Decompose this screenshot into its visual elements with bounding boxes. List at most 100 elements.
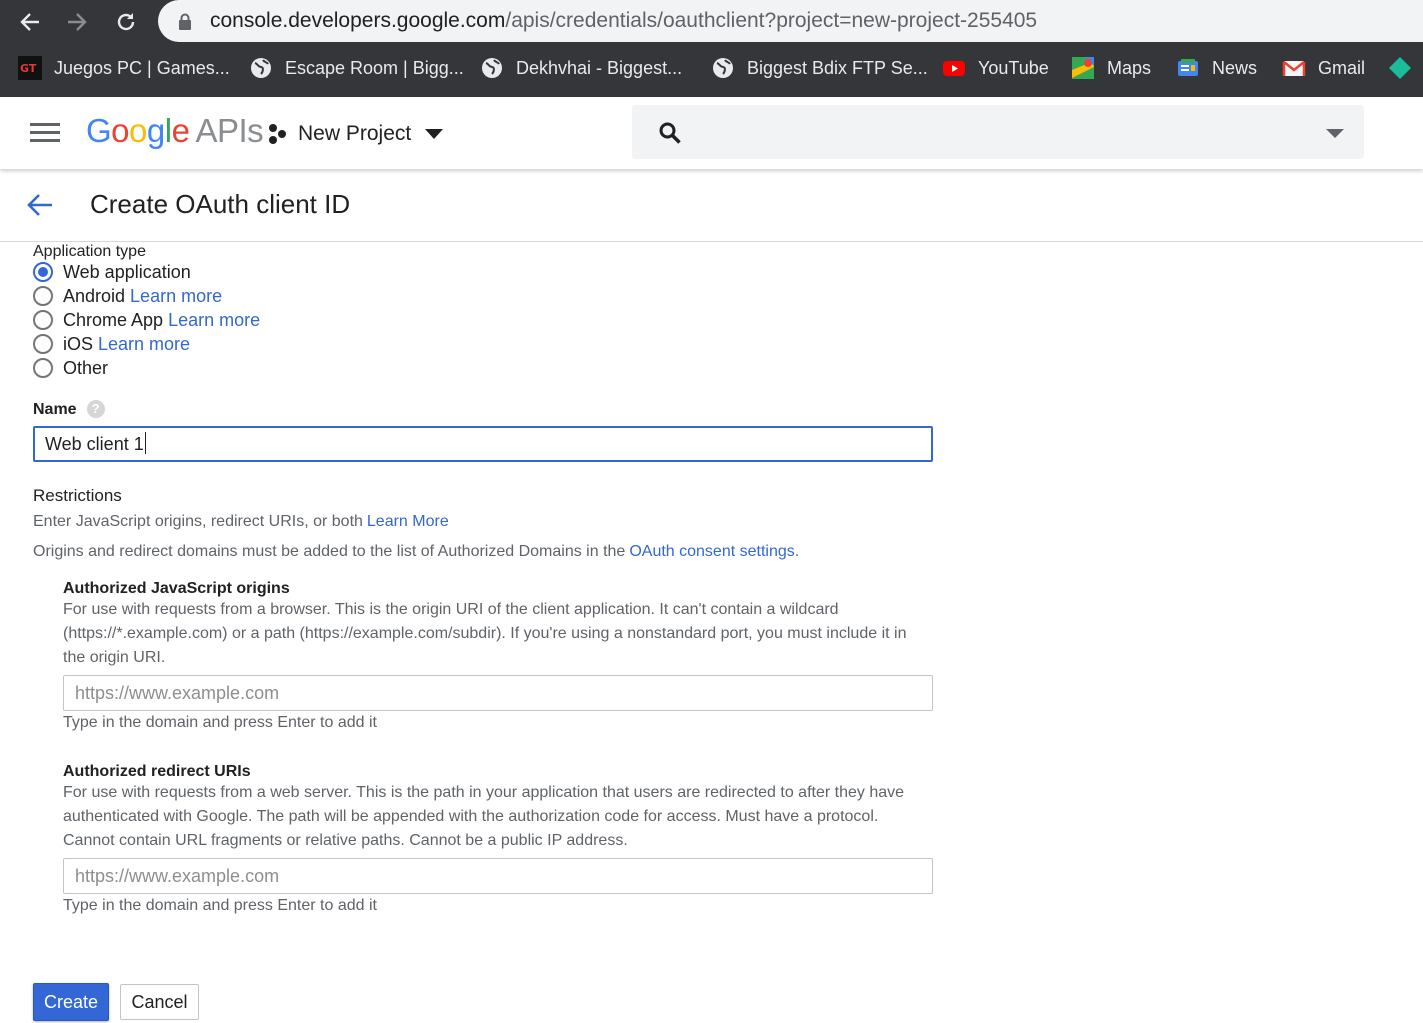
bookmark-juegos[interactable]: GT Juegos PC | Games... bbox=[18, 43, 230, 93]
project-dots-icon bbox=[269, 124, 286, 144]
bookmark-maps[interactable]: Maps bbox=[1071, 43, 1151, 93]
search-icon bbox=[659, 122, 681, 144]
bookmark-news[interactable]: News bbox=[1176, 43, 1257, 93]
option-label: Chrome App bbox=[63, 309, 164, 330]
globe-icon bbox=[249, 56, 273, 80]
restrictions-learn-more-link[interactable]: Learn More bbox=[367, 513, 449, 530]
arrow-left-icon bbox=[20, 13, 39, 31]
url-path: /apis/credentials/oauthclient?project=ne… bbox=[505, 9, 1038, 32]
name-label: Name? bbox=[33, 400, 105, 419]
caret-down-icon bbox=[425, 129, 444, 139]
api-header: Google APIs New Project bbox=[0, 97, 1423, 169]
create-button[interactable]: Create bbox=[33, 983, 109, 1021]
redirect-uris-title: Authorized redirect URIs bbox=[63, 763, 251, 780]
logo-letter: g bbox=[146, 112, 165, 149]
option-other[interactable]: Other bbox=[33, 356, 108, 380]
bookmark-escape-room[interactable]: Escape Room | Bigg... bbox=[249, 43, 464, 93]
option-android[interactable]: Android Learn more bbox=[33, 284, 222, 308]
redirect-uris-input[interactable]: https://www.example.com bbox=[63, 858, 933, 894]
bookmark-label: Biggest Bdix FTP Se... bbox=[747, 57, 928, 78]
restrictions-text: Enter JavaScript origins, redirect URIs,… bbox=[33, 513, 449, 531]
radio-button-selected[interactable] bbox=[33, 262, 53, 282]
maps-icon bbox=[1071, 56, 1095, 80]
name-input[interactable]: Web client 1 bbox=[33, 426, 933, 462]
gmail-icon bbox=[1282, 56, 1306, 80]
lock-icon bbox=[179, 13, 191, 30]
search-dropdown-icon[interactable] bbox=[1326, 129, 1344, 138]
radio-button[interactable] bbox=[33, 310, 53, 330]
bookmark-label: Gmail bbox=[1318, 57, 1366, 78]
redirect-uris-description: For use with requests from a web server.… bbox=[63, 784, 905, 849]
js-origins-placeholder: https://www.example.com bbox=[75, 683, 280, 703]
js-origins-title: Authorized JavaScript origins bbox=[63, 580, 290, 597]
radio-button[interactable] bbox=[33, 334, 53, 354]
url-host: console.developers.google.com bbox=[210, 9, 506, 32]
bookmark-label: YouTube bbox=[978, 57, 1049, 78]
arrow-right-icon bbox=[68, 13, 87, 31]
cancel-button[interactable]: Cancel bbox=[120, 984, 199, 1020]
learn-more-link[interactable]: Learn more bbox=[130, 286, 222, 307]
bookmark-label: Dekhvhai - Biggest... bbox=[516, 57, 683, 78]
bookmark-label: Escape Room | Bigg... bbox=[285, 57, 464, 78]
radio-button[interactable] bbox=[33, 286, 53, 306]
option-label: Other bbox=[63, 357, 109, 378]
google-apis-logo[interactable]: Google APIs bbox=[86, 111, 264, 151]
forward-nav-button[interactable] bbox=[61, 6, 93, 38]
domains-text: Origins and redirect domains must be add… bbox=[33, 543, 799, 561]
diamond-icon bbox=[1388, 56, 1412, 80]
logo-apis: APIs bbox=[195, 112, 264, 149]
search-bar[interactable] bbox=[632, 105, 1364, 159]
bookmark-gmail[interactable]: Gmail bbox=[1282, 43, 1365, 93]
gt-games-icon: GT bbox=[18, 56, 42, 80]
url-text: console.developers.google.com/apis/crede… bbox=[210, 9, 1037, 33]
domains-text-body: Origins and redirect domains must be add… bbox=[33, 543, 626, 560]
learn-more-link[interactable]: Learn more bbox=[168, 310, 260, 331]
redirect-uris-hint: Type in the domain and press Enter to ad… bbox=[63, 897, 377, 914]
svg-text:GT: GT bbox=[20, 62, 37, 75]
bookmark-label: Juegos PC | Games... bbox=[54, 57, 230, 78]
restrictions-text-body: Enter JavaScript origins, redirect URIs,… bbox=[33, 513, 363, 530]
logo-letter: G bbox=[86, 112, 112, 149]
domains-text-period: . bbox=[794, 543, 800, 560]
globe-icon bbox=[711, 56, 735, 80]
option-label: iOS bbox=[63, 333, 94, 354]
js-origins-input[interactable]: https://www.example.com bbox=[63, 675, 933, 711]
name-input-value: Web client 1 bbox=[45, 434, 144, 454]
oauth-consent-settings-link[interactable]: OAuth consent settings bbox=[629, 543, 794, 560]
option-chrome-app[interactable]: Chrome App Learn more bbox=[33, 308, 260, 332]
logo-letter: o bbox=[129, 112, 147, 149]
address-bar[interactable]: console.developers.google.com/apis/crede… bbox=[158, 0, 1423, 42]
application-type-label: Application type bbox=[33, 243, 146, 260]
bookmark-bdix-ftp[interactable]: Biggest Bdix FTP Se... bbox=[711, 43, 928, 93]
restrictions-title: Restrictions bbox=[33, 486, 122, 505]
logo-letter: o bbox=[111, 112, 130, 149]
reload-icon bbox=[117, 13, 135, 31]
option-label: Web application bbox=[63, 261, 191, 282]
bookmark-youtube[interactable]: YouTube bbox=[942, 43, 1049, 93]
logo-letter: l bbox=[164, 112, 172, 149]
project-selector[interactable]: New Project bbox=[266, 119, 444, 149]
text-cursor bbox=[144, 432, 146, 454]
js-origins-description: For use with requests from a browser. Th… bbox=[63, 601, 907, 666]
project-name: New Project bbox=[298, 122, 412, 145]
help-icon[interactable]: ? bbox=[86, 400, 105, 418]
page-title: Create OAuth client ID bbox=[90, 189, 351, 219]
radio-button[interactable] bbox=[33, 358, 53, 378]
page-title-bar: Create OAuth client ID bbox=[0, 169, 1423, 242]
globe-icon bbox=[480, 56, 504, 80]
bookmark-dekhvhai[interactable]: Dekhvhai - Biggest... bbox=[480, 43, 682, 93]
youtube-icon bbox=[942, 56, 966, 80]
option-ios[interactable]: iOS Learn more bbox=[33, 332, 190, 356]
redirect-uris-placeholder: https://www.example.com bbox=[75, 866, 280, 886]
browser-toolbar: console.developers.google.com/apis/crede… bbox=[0, 0, 1423, 43]
bookmark-label: Maps bbox=[1107, 57, 1152, 78]
js-origins-hint: Type in the domain and press Enter to ad… bbox=[63, 714, 377, 731]
option-web-application[interactable]: Web application bbox=[33, 260, 191, 284]
bookmark-more[interactable] bbox=[1388, 43, 1423, 93]
back-arrow-icon[interactable] bbox=[26, 192, 54, 218]
reload-button[interactable] bbox=[110, 6, 142, 38]
bookmarks-bar: GT Juegos PC | Games... Escape Room | Bi… bbox=[0, 43, 1423, 97]
learn-more-link[interactable]: Learn more bbox=[98, 334, 190, 355]
hamburger-menu-icon[interactable] bbox=[30, 123, 60, 143]
back-nav-button[interactable] bbox=[14, 6, 46, 38]
